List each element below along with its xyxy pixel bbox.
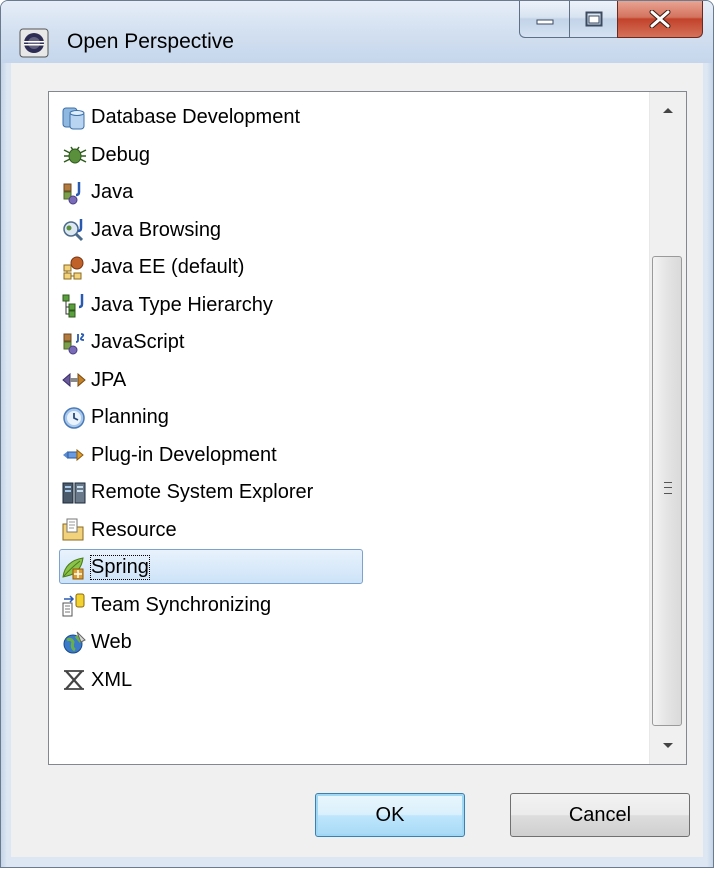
list-item-jpa[interactable]: JPA — [59, 362, 659, 400]
scrollbar-thumb[interactable] — [652, 256, 682, 726]
maximize-button[interactable] — [569, 1, 617, 38]
list-item-label: Database Development — [91, 106, 301, 129]
list-item-label: XML — [91, 668, 133, 691]
clock-icon — [63, 407, 85, 429]
title-bar[interactable]: Open Perspective — [1, 1, 713, 63]
list-item-planning[interactable]: Planning — [59, 399, 659, 437]
perspective-list[interactable]: Database Development Debug Java Java Bro… — [48, 91, 687, 765]
list-item-label: Java EE (default) — [91, 256, 245, 279]
list-item-label: Debug — [91, 143, 150, 166]
list-item-label: Java Type Hierarchy — [91, 293, 273, 316]
list-item-label: Spring — [90, 555, 150, 581]
caption-buttons — [519, 1, 703, 39]
list-item-xml[interactable]: XML — [59, 662, 659, 700]
close-button[interactable] — [617, 1, 703, 38]
vertical-scrollbar[interactable] — [649, 92, 686, 764]
list-item-java-browsing[interactable]: Java Browsing — [59, 212, 659, 250]
list-item-spring[interactable]: Spring — [59, 549, 659, 587]
list-item-label: Resource — [91, 518, 177, 541]
xml-icon — [64, 670, 84, 691]
list-item-label: Java Browsing — [91, 218, 222, 241]
cancel-button[interactable]: Cancel — [510, 793, 690, 837]
maximize-icon — [585, 11, 602, 27]
list-item-label: Java — [91, 181, 134, 204]
list-item-remote-system-explorer[interactable]: Remote System Explorer — [59, 474, 659, 512]
web-globe-icon — [63, 631, 86, 654]
perspective-items: Database Development Debug Java Java Bro… — [59, 99, 659, 699]
scroll-up-button[interactable] — [650, 92, 686, 128]
list-item-label: Team Synchronizing — [91, 593, 272, 616]
list-item-plug-in-development[interactable]: Plug-in Development — [59, 437, 659, 475]
list-item-label: JPA — [91, 368, 127, 391]
spring-leaf-icon — [62, 557, 84, 580]
list-item-java[interactable]: Java — [59, 174, 659, 212]
list-item-database-development[interactable]: Database Development — [59, 99, 659, 137]
remote-system-icon — [62, 482, 86, 504]
eclipse-icon — [19, 28, 49, 58]
minimize-button[interactable] — [519, 1, 569, 38]
java-browsing-icon — [63, 219, 84, 242]
list-item-label: Planning — [91, 406, 169, 429]
dialog-title: Open Perspective — [67, 30, 234, 53]
resource-folder-icon — [62, 518, 84, 541]
list-item-label: JavaScript — [91, 331, 185, 354]
ok-button[interactable]: OK — [315, 793, 465, 837]
java-ee-icon — [63, 256, 84, 280]
java-icon — [63, 181, 81, 205]
debug-bug-icon — [63, 146, 87, 164]
list-item-javascript[interactable]: JavaScript — [59, 324, 659, 362]
javascript-icon — [63, 332, 85, 355]
list-item-debug[interactable]: Debug — [59, 137, 659, 175]
list-item-web[interactable]: Web — [59, 624, 659, 662]
grip-icon — [664, 482, 672, 494]
chevron-up-icon — [663, 108, 673, 113]
list-item-resource[interactable]: Resource — [59, 512, 659, 550]
open-perspective-dialog: Open Perspective Database Development De… — [0, 0, 714, 868]
list-item-label: Plug-in Development — [91, 443, 277, 466]
type-hierarchy-icon — [62, 294, 84, 318]
scroll-down-button[interactable] — [650, 728, 686, 764]
dialog-content: Database Development Debug Java Java Bro… — [11, 63, 703, 857]
plugin-icon — [63, 449, 84, 462]
list-item-label: Remote System Explorer — [91, 481, 314, 504]
minimize-icon — [536, 19, 553, 25]
close-icon — [649, 10, 671, 28]
list-item-team-synchronizing[interactable]: Team Synchronizing — [59, 587, 659, 625]
database-icon — [62, 107, 85, 130]
list-item-java-ee[interactable]: Java EE (default) — [59, 249, 659, 287]
list-item-label: Web — [91, 631, 132, 654]
chevron-down-icon — [663, 743, 673, 748]
list-item-java-type-hierarchy[interactable]: Java Type Hierarchy — [59, 287, 659, 325]
team-sync-icon — [62, 593, 85, 617]
jpa-icon — [62, 373, 86, 388]
